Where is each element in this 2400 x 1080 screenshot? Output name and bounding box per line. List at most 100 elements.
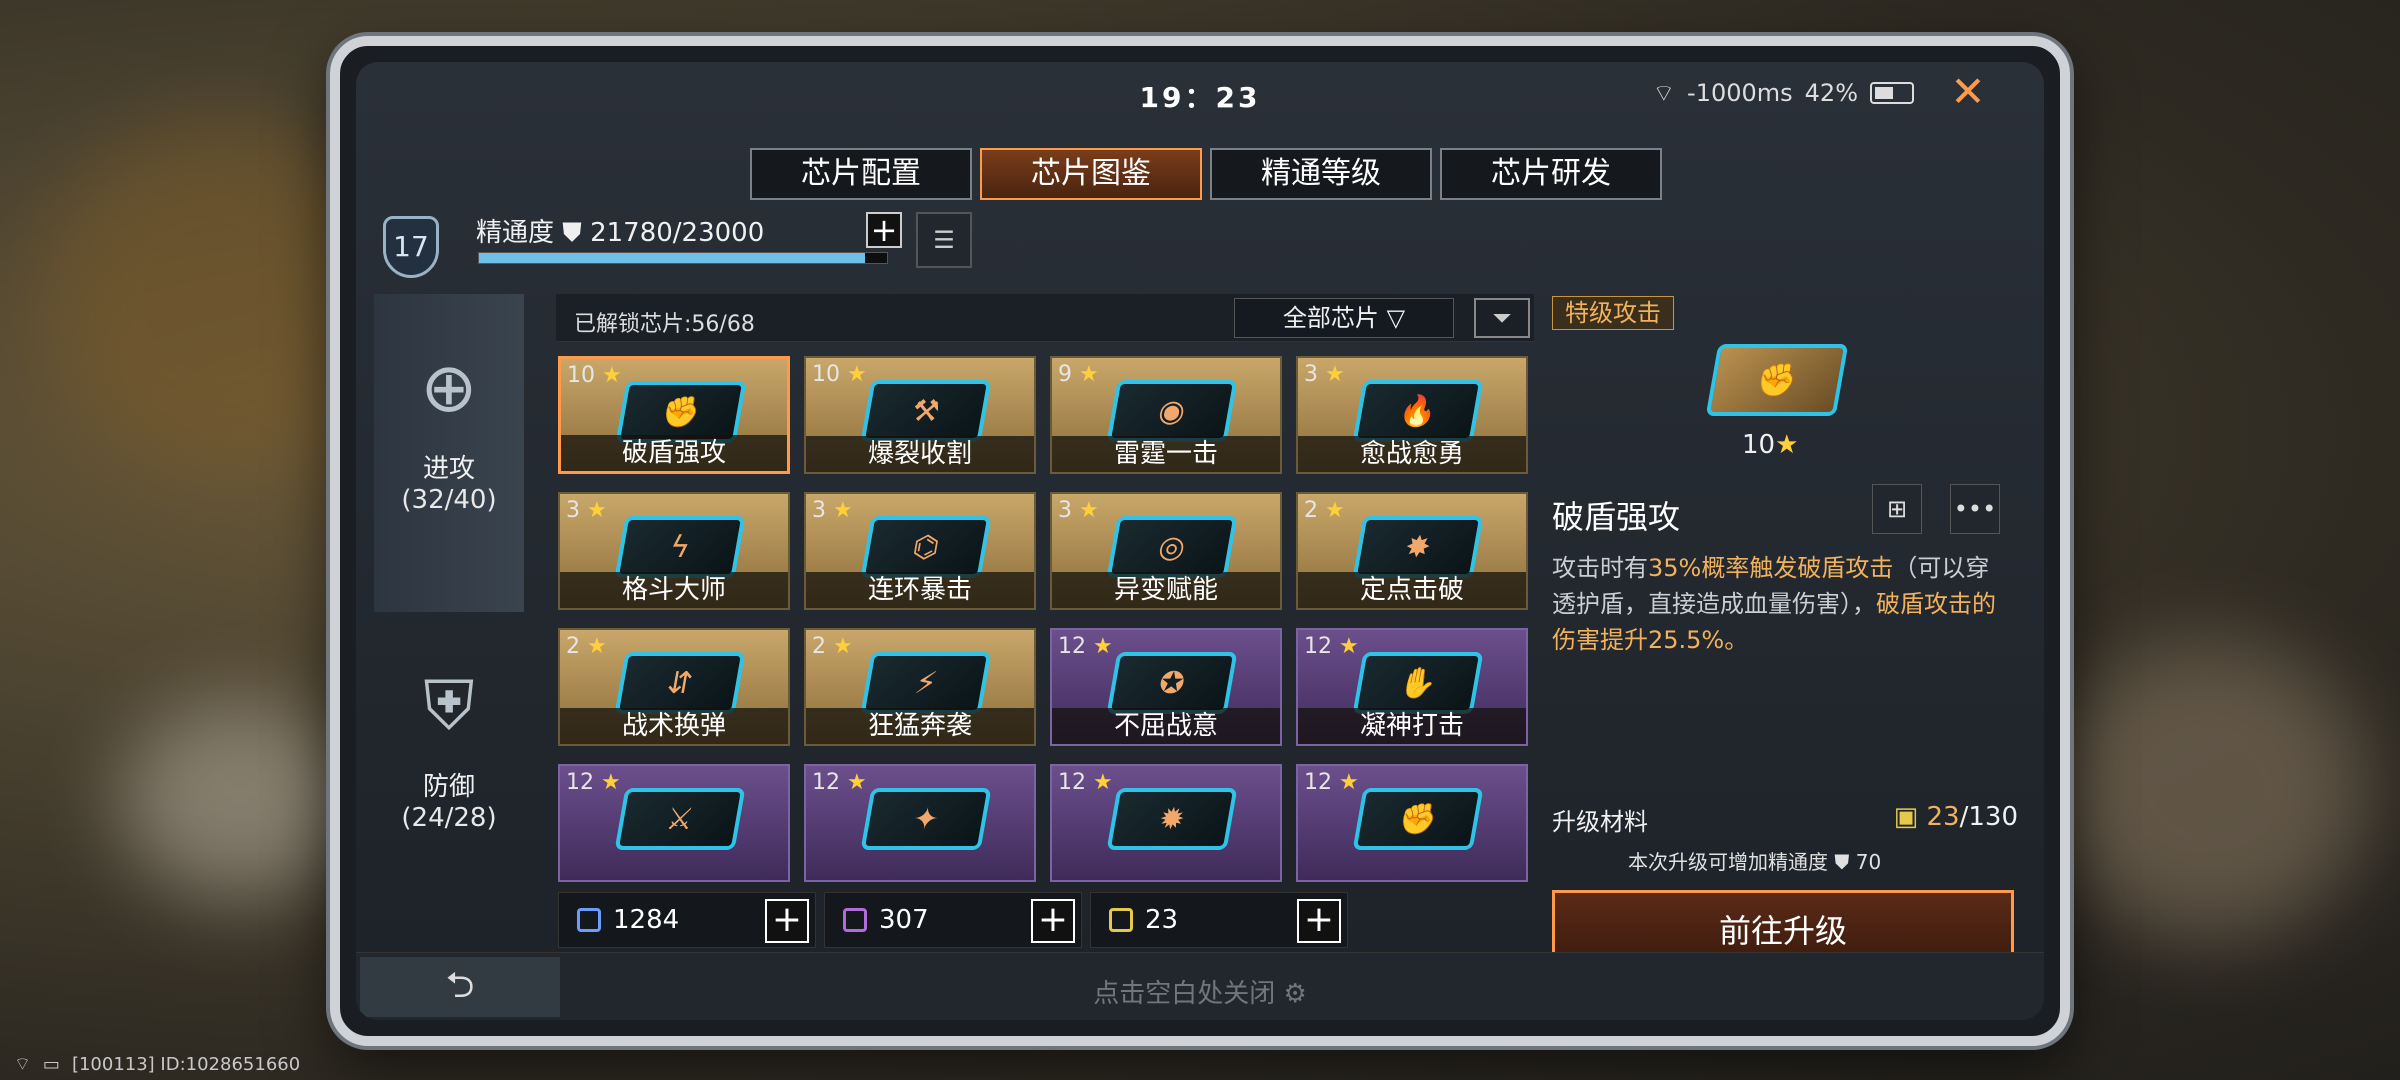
chip-card-stars: 2 ★	[1304, 498, 1345, 523]
material-current: 23	[1926, 802, 1960, 832]
chip-card-name: 破盾强攻	[561, 435, 787, 471]
gear-icon: ⚙	[1283, 979, 1307, 1009]
tab-mastery-level[interactable]: 精通等级	[1210, 148, 1432, 200]
chip-card-stars: 10 ★	[812, 362, 867, 387]
chip-card[interactable]: 12 ★ ✊	[1296, 764, 1528, 882]
chip-card[interactable]: 10 ★ ⚒ 爆裂收割	[804, 356, 1036, 474]
chip-card-stars: 3 ★	[566, 498, 607, 523]
tap-to-close-hint[interactable]: 点击空白处关闭 ⚙	[356, 973, 2044, 1010]
category-sidebar: ⊕ 进攻 (32/40) ⛨ 防御 (24/28)	[374, 294, 524, 954]
network-latency: -1000ms	[1687, 79, 1793, 107]
star-icon: ★	[847, 362, 867, 387]
chip-card-name: 雷霆一击	[1052, 436, 1280, 472]
resource-gold-value: 23	[1145, 905, 1179, 935]
battery-icon	[1870, 82, 1914, 104]
tree-icon[interactable]: ⊞	[1872, 484, 1922, 534]
side-tab-attack-label: 进攻	[422, 454, 475, 484]
chip-card-stars-value: 12	[1304, 770, 1332, 795]
chip-card-stars: 12 ★	[566, 770, 621, 795]
filter-icon[interactable]: ⏷	[1474, 298, 1530, 338]
star-icon: ★	[1775, 430, 1799, 460]
side-tab-attack-count: (32/40)	[401, 485, 497, 515]
add-purple-button[interactable]: +	[1031, 899, 1075, 943]
chip-card[interactable]: 12 ★ ✋ 凝神打击	[1296, 628, 1528, 746]
chip-card[interactable]: 3 ★ ◎ 异变赋能	[1050, 492, 1282, 610]
chip-filter-dropdown[interactable]: 全部芯片 ▽	[1234, 298, 1454, 338]
chip-card-stars-value: 9	[1058, 362, 1072, 387]
mastery-value: 21780/23000	[590, 218, 765, 248]
chip-icon: ◉	[1106, 380, 1238, 442]
chip-icon: ⚒	[860, 380, 992, 442]
chip-card[interactable]: 12 ★ ✦	[804, 764, 1036, 882]
chip-icon: ✹	[1106, 788, 1238, 850]
side-tab-defense[interactable]: ⛨ 防御 (24/28)	[374, 612, 524, 930]
mastery-label: 精通度 ⛊ 21780/23000	[476, 212, 764, 249]
chip-card[interactable]: 3 ★ ⌬ 连环暴击	[804, 492, 1036, 610]
resource-purple: 307 +	[824, 892, 1082, 948]
chip-detail-panel: 特级攻击 ✊ 10★ 破盾强攻 ⊞ ••• 攻击时有35%概率触发破盾攻击（可以…	[1552, 294, 2022, 974]
chip-material-icon: ▣	[1893, 802, 1919, 832]
more-icon[interactable]: •••	[1950, 484, 2000, 534]
chip-card[interactable]: 3 ★ ϟ 格斗大师	[558, 492, 790, 610]
chip-grid: 10 ★ ✊ 破盾强攻 10 ★ ⚒ 爆裂收割 9 ★ ◉ 雷霆一击 3 ★ 🔥 愈战愈勇 3 ★ ϟ 格斗…	[558, 356, 1538, 896]
chip-card-stars: 12 ★	[1304, 634, 1359, 659]
chip-card-stars-value: 10	[812, 362, 840, 387]
tab-chip-catalog[interactable]: 芯片图鉴	[980, 148, 1202, 200]
chip-card[interactable]: 12 ★ ✹	[1050, 764, 1282, 882]
chip-icon: ⚔	[614, 788, 746, 850]
chip-card-stars-value: 3	[1304, 362, 1318, 387]
chip-card-stars-value: 12	[566, 770, 594, 795]
chip-card[interactable]: 2 ★ ⚡ 狂猛奔袭	[804, 628, 1036, 746]
tab-chip-research[interactable]: 芯片研发	[1440, 148, 1662, 200]
chip-name: 破盾强攻	[1552, 498, 1681, 536]
chip-card-stars-value: 3	[566, 498, 580, 523]
chip-icon: 🔥	[1352, 380, 1484, 442]
side-tab-defense-count: (24/28)	[401, 803, 497, 833]
side-tab-attack[interactable]: ⊕ 进攻 (32/40)	[374, 294, 524, 612]
bottom-status: ⌔ ▭ [100113] ID:1028651660	[14, 1053, 300, 1076]
chip-card[interactable]: 10 ★ ✊ 破盾强攻	[558, 356, 790, 474]
chip-card-stars-value: 3	[812, 498, 826, 523]
chip-card-stars-value: 12	[1058, 770, 1086, 795]
chip-card-stars: 12 ★	[812, 770, 867, 795]
chip-card-name: 凝神打击	[1298, 708, 1526, 744]
chip-card-stars-value: 12	[1304, 634, 1332, 659]
chip-grade-tag: 特级攻击	[1552, 296, 1674, 330]
star-icon: ★	[1325, 498, 1345, 523]
chip-card[interactable]: 3 ★ 🔥 愈战愈勇	[1296, 356, 1528, 474]
add-gold-button[interactable]: +	[1297, 899, 1341, 943]
chip-card-stars: 12 ★	[1304, 770, 1359, 795]
material-label: 升级材料	[1552, 808, 1648, 836]
blue-chip-icon	[577, 908, 601, 932]
chip-card-stars: 12 ★	[1058, 634, 1113, 659]
shield-icon: ⛨	[423, 667, 475, 746]
shield-icon: ⛊	[1834, 850, 1850, 874]
resource-blue-value: 1284	[613, 905, 680, 935]
chip-stars-value: 10	[1742, 430, 1776, 460]
chip-card[interactable]: 12 ★ ✪ 不屈战意	[1050, 628, 1282, 746]
chip-card[interactable]: 2 ★ ⇵ 战术换弹	[558, 628, 790, 746]
star-icon: ★	[1079, 362, 1099, 387]
chip-card-stars-value: 3	[1058, 498, 1072, 523]
star-icon: ★	[1325, 362, 1345, 387]
wifi-icon: ⌔	[14, 1054, 31, 1075]
star-icon: ★	[587, 498, 607, 523]
chip-card[interactable]: 2 ★ ✸ 定点击破	[1296, 492, 1528, 610]
close-icon[interactable]: ✕	[1946, 70, 1990, 114]
chip-card[interactable]: 12 ★ ⚔	[558, 764, 790, 882]
chevron-down-icon: ▽	[1386, 304, 1406, 332]
main-tabs: 芯片配置 芯片图鉴 精通等级 芯片研发	[750, 148, 1662, 200]
star-icon: ★	[587, 634, 607, 659]
filter-label: 全部芯片	[1282, 304, 1379, 332]
tab-chip-config[interactable]: 芯片配置	[750, 148, 972, 200]
chip-card-name: 狂猛奔袭	[806, 708, 1034, 744]
chip-icon: ✋	[1352, 652, 1484, 714]
chip-card-name: 不屈战意	[1052, 708, 1280, 744]
add-mastery-button[interactable]: +	[866, 212, 902, 248]
add-blue-button[interactable]: +	[765, 899, 809, 943]
level-number: 17	[383, 216, 439, 278]
wifi-icon: ⌔	[1652, 79, 1676, 107]
bottom-bar: ⮌ 点击空白处关闭 ⚙	[356, 952, 2044, 1020]
chip-card[interactable]: 9 ★ ◉ 雷霆一击	[1050, 356, 1282, 474]
mastery-info-icon[interactable]: ☰	[916, 212, 972, 268]
